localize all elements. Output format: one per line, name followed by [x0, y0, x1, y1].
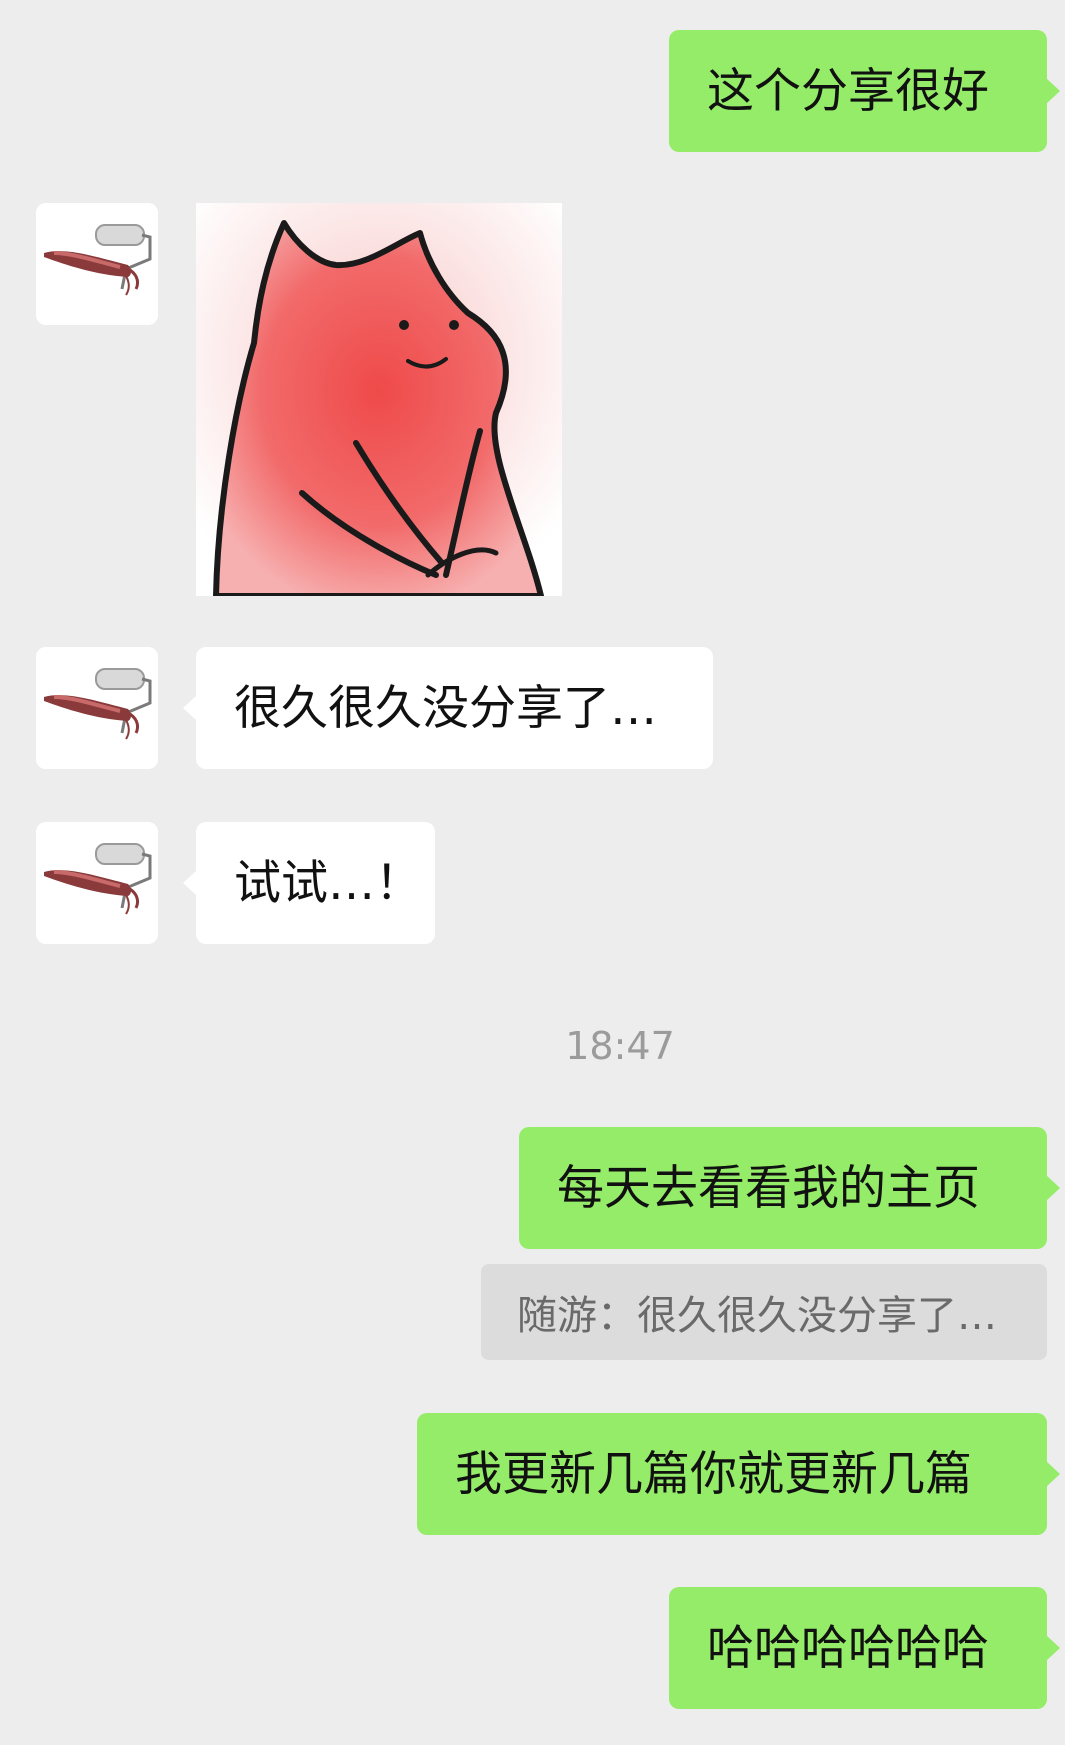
message-bubble-sent[interactable]: 每天去看看我的主页 [519, 1127, 1060, 1249]
message-bubble-received[interactable]: 试试…！ [183, 822, 435, 944]
message-text: 我更新几篇你就更新几篇 [455, 1446, 972, 1502]
quoted-message[interactable]: 随游：很久很久没分享了… [481, 1264, 1047, 1360]
message-bubble-sent[interactable]: 这个分享很好 [669, 30, 1060, 152]
quoted-message-text: 随游：很久很久没分享了… [517, 1293, 997, 1339]
message-bubble-sent[interactable]: 我更新几篇你就更新几篇 [417, 1413, 1060, 1535]
message-text: 试试…！ [234, 855, 422, 911]
contact-avatar[interactable] [36, 647, 158, 769]
message-timestamp: 18:47 [565, 1024, 675, 1068]
message-text: 很久很久没分享了… [234, 680, 657, 736]
message-text: 哈哈哈哈哈哈 [707, 1620, 989, 1676]
chat-area: 这个分享很好 很久很久没分享了… 试试…！ 18:47 每天去看看我的主页 随游… [0, 0, 1065, 1745]
message-text: 这个分享很好 [707, 63, 989, 119]
blushing-cat-sticker-icon [196, 203, 562, 596]
squid-paint-roller-avatar-icon [36, 822, 158, 944]
contact-avatar[interactable] [36, 203, 158, 325]
contact-avatar[interactable] [36, 822, 158, 944]
squid-paint-roller-avatar-icon [36, 647, 158, 769]
sticker-image[interactable] [196, 203, 562, 596]
squid-paint-roller-avatar-icon [36, 203, 158, 325]
message-bubble-sent[interactable]: 哈哈哈哈哈哈 [669, 1587, 1060, 1709]
message-text: 每天去看看我的主页 [557, 1160, 980, 1216]
message-bubble-received[interactable]: 很久很久没分享了… [183, 647, 713, 769]
